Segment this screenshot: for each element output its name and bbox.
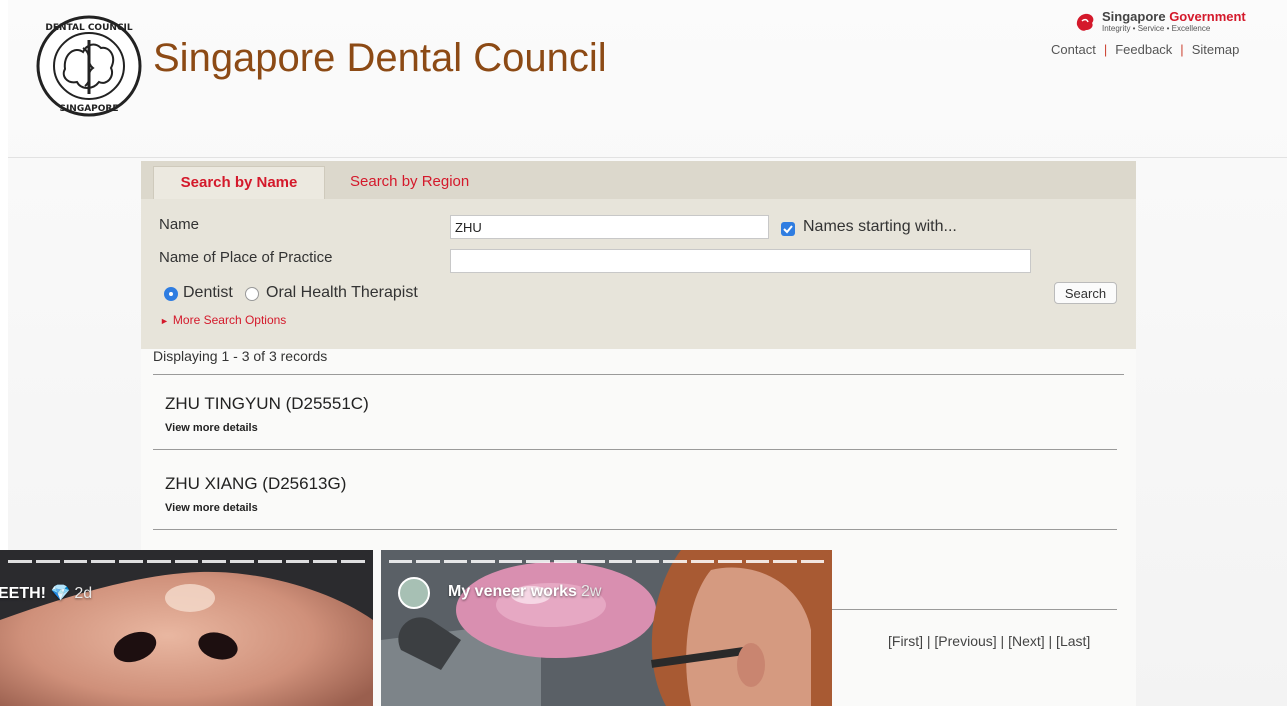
search-button[interactable]: Search bbox=[1054, 282, 1117, 304]
avatar[interactable] bbox=[398, 577, 430, 609]
triangle-right-icon: ► bbox=[160, 316, 169, 326]
oral-health-therapist-radio[interactable] bbox=[245, 287, 259, 301]
dental-council-seal-logo[interactable]: DENTAL COUNCIL SINGAPORE bbox=[35, 14, 143, 118]
names-starting-with-label: Names starting with... bbox=[803, 218, 957, 235]
lion-head-icon bbox=[1076, 13, 1094, 31]
place-of-practice-input[interactable] bbox=[450, 249, 1031, 273]
story-timestamp: 2d bbox=[74, 585, 93, 602]
link-separator: | bbox=[1103, 42, 1108, 57]
results-divider bbox=[832, 609, 1117, 610]
names-starting-with-checkbox[interactable] bbox=[781, 222, 795, 236]
story-card[interactable]: EETH! 💎 2d bbox=[0, 550, 373, 706]
svg-text:SINGAPORE: SINGAPORE bbox=[59, 104, 118, 114]
result-name: ZHU XIANG (D25613G) bbox=[165, 474, 347, 493]
sitemap-link[interactable]: Sitemap bbox=[1192, 42, 1240, 57]
oral-health-therapist-radio-label: Oral Health Therapist bbox=[266, 284, 418, 301]
gov-name: Singapore Government bbox=[1102, 9, 1246, 24]
result-name: ZHU TINGYUN (D25551C) bbox=[165, 394, 369, 413]
dentist-radio[interactable] bbox=[164, 287, 178, 301]
results-divider bbox=[153, 449, 1117, 450]
checkmark-icon bbox=[783, 225, 793, 234]
story-card[interactable]: My veneer works 2w bbox=[381, 550, 832, 706]
results-divider bbox=[153, 374, 1124, 375]
view-more-details-link[interactable]: View more details bbox=[165, 422, 258, 434]
tab-search-by-name[interactable]: Search by Name bbox=[153, 166, 325, 199]
name-input[interactable] bbox=[450, 215, 769, 239]
story-progress-bar bbox=[389, 560, 824, 563]
view-more-details-link[interactable]: View more details bbox=[165, 502, 258, 514]
tab-bar: Search by Name Search by Region bbox=[141, 161, 1136, 199]
story-timestamp: 2w bbox=[580, 583, 602, 600]
story-caption: My veneer works 2w bbox=[448, 583, 602, 600]
place-of-practice-label: Name of Place of Practice bbox=[159, 249, 333, 266]
tab-search-by-region[interactable]: Search by Region bbox=[350, 166, 469, 199]
feedback-link[interactable]: Feedback bbox=[1115, 42, 1172, 57]
more-search-options-link[interactable]: ► More Search Options bbox=[160, 313, 286, 327]
link-separator: | bbox=[1180, 42, 1184, 57]
svg-text:DENTAL COUNCIL: DENTAL COUNCIL bbox=[45, 23, 132, 33]
gov-tagline: Integrity • Service • Excellence bbox=[1102, 24, 1211, 33]
story-photo-nose bbox=[0, 550, 373, 706]
site-title: Singapore Dental Council bbox=[153, 36, 607, 80]
pagination[interactable]: [First] | [Previous] | [Next] | [Last] bbox=[888, 633, 1090, 649]
top-links: Contact | Feedback | Sitemap bbox=[1051, 42, 1239, 57]
story-progress-bar bbox=[8, 560, 365, 563]
singapore-government-logo[interactable]: Singapore Government Integrity • Service… bbox=[1074, 9, 1264, 39]
contact-link[interactable]: Contact bbox=[1051, 42, 1096, 57]
dentist-radio-label: Dentist bbox=[183, 284, 233, 301]
results-count: Displaying 1 - 3 of 3 records bbox=[153, 348, 328, 364]
results-divider bbox=[153, 529, 1117, 530]
story-caption: EETH! 💎 2d bbox=[0, 585, 93, 602]
name-label: Name bbox=[159, 216, 200, 233]
story-photo-dental-lamp bbox=[381, 550, 832, 706]
header-divider bbox=[8, 157, 1287, 158]
